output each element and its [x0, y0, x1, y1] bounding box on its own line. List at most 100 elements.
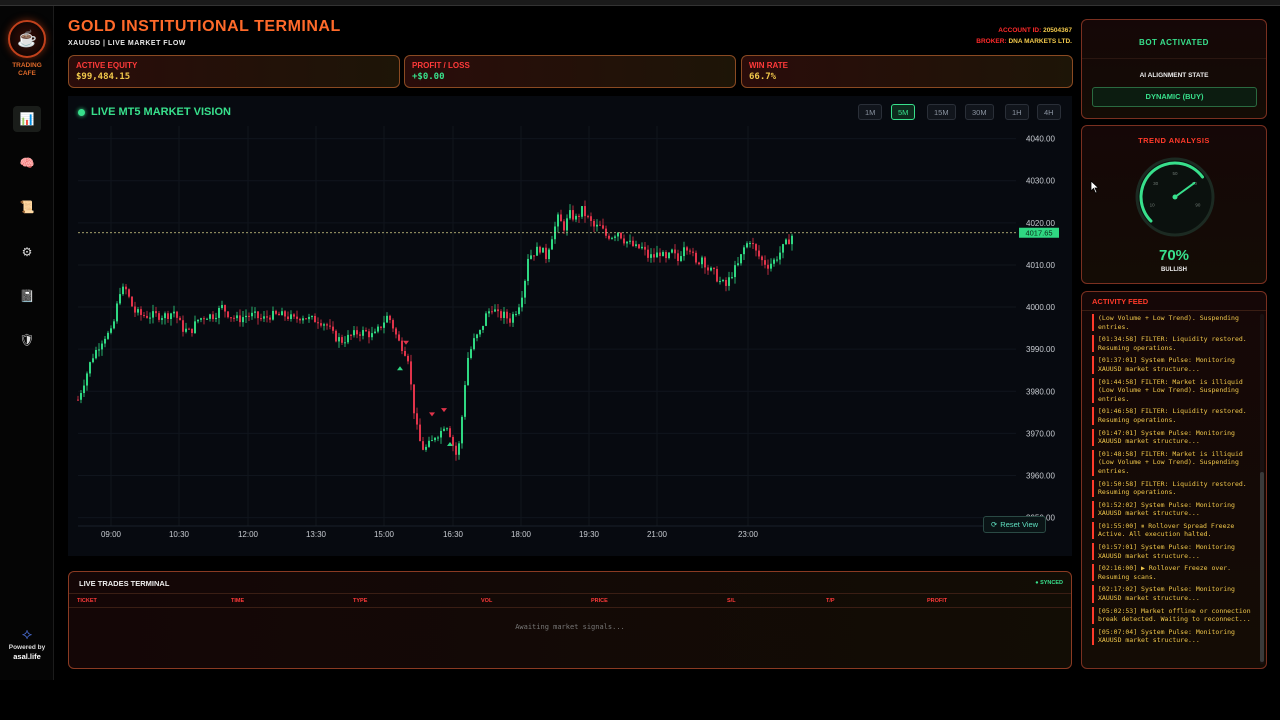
candle-body [152, 311, 154, 318]
candle-body [116, 303, 118, 322]
col-type[interactable]: TYPE [353, 598, 367, 604]
gauge-tick-label: 90 [1195, 202, 1201, 207]
timeframe-4h[interactable]: 4H [1037, 104, 1061, 120]
candle-body [629, 240, 631, 242]
candle-body [494, 309, 496, 312]
notebook-icon[interactable]: 📓 [13, 283, 41, 309]
price-chart[interactable]: 4040.00 4030.00 4020.00 4010.00 4000.00 3990.… [68, 96, 1072, 556]
col-profit[interactable]: PROFIT [927, 598, 947, 604]
sell-marker-icon [403, 340, 409, 345]
candle-body [185, 328, 187, 332]
timeframe-1m[interactable]: 1M [858, 104, 883, 120]
candle-body [386, 315, 388, 323]
candle-body [638, 244, 640, 249]
candle-body [722, 279, 724, 282]
powered-by[interactable]: ⟡ Powered by asal.life [4, 626, 50, 661]
candle-body [542, 247, 544, 253]
timeframe-30m[interactable]: 30M [965, 104, 994, 120]
candle-body [356, 330, 358, 335]
current-price-label: 4017.65 [1025, 229, 1052, 238]
col-ticket[interactable]: TICKET [77, 598, 97, 604]
window-titlebar [0, 0, 1280, 6]
gauge-tick-label: 30 [1153, 181, 1159, 186]
feed-entry: [01:48:58] FILTER: Market is illiquid (L… [1092, 449, 1258, 476]
candle-body [644, 246, 646, 250]
candle-body [683, 247, 685, 257]
candle-body [155, 311, 157, 314]
candle-body [125, 286, 127, 290]
candle-body [407, 355, 409, 362]
candle-body [362, 330, 364, 336]
col-price[interactable]: PRICE [591, 598, 608, 604]
candle-body [209, 314, 211, 319]
mouse-cursor-icon [1090, 180, 1100, 194]
candle-body [200, 318, 202, 320]
candle-body [470, 349, 472, 358]
candle-body [626, 241, 628, 244]
candle-body [749, 243, 751, 245]
candle-body [191, 328, 193, 334]
brain-icon[interactable]: 🧠 [13, 150, 41, 176]
candle-body [752, 243, 754, 245]
candle-body [176, 311, 178, 318]
candle-body [332, 326, 334, 331]
feed-scrollbar-thumb[interactable] [1260, 472, 1264, 662]
candle-body [482, 325, 484, 330]
candle-body [674, 249, 676, 254]
candle-body [653, 254, 655, 258]
gear-icon[interactable]: ⚙ [13, 239, 41, 265]
candle-body [110, 328, 112, 333]
candle-body [785, 239, 787, 245]
candle-body [173, 311, 175, 314]
candle-body [281, 311, 283, 316]
candle-body [416, 413, 418, 425]
candle-body [476, 334, 478, 339]
col-time[interactable]: TIME [231, 598, 244, 604]
candle-body [506, 311, 508, 319]
candle-body [188, 328, 190, 330]
candle-body [212, 314, 214, 320]
scroll-icon[interactable]: 📜 [13, 194, 41, 220]
col-vol[interactable]: VOL [481, 598, 492, 604]
candle-body [671, 249, 673, 253]
trend-label: BULLISH [1161, 267, 1187, 273]
timeframe-15m[interactable]: 15M [927, 104, 956, 120]
alignment-state-badge: DYNAMIC (BUY) [1092, 87, 1257, 107]
y-tick-label: 3960.00 [1026, 471, 1055, 480]
col-tp[interactable]: T/P [826, 598, 835, 604]
candle-body [563, 221, 565, 231]
candle-body [437, 437, 439, 439]
col-sl[interactable]: S/L [727, 598, 736, 604]
candle-body [551, 239, 553, 250]
brand-logo[interactable]: ☕ [8, 20, 46, 58]
y-tick-label: 4000.00 [1026, 303, 1055, 312]
candle-body [284, 311, 286, 317]
brand-name: TRADING CAFE [12, 62, 42, 77]
candle-body [713, 267, 715, 269]
candle-body [260, 318, 262, 320]
candle-body [608, 235, 610, 239]
candle-body [137, 309, 139, 313]
candle-body [461, 416, 463, 444]
chart-icon[interactable]: 📊 [13, 106, 41, 132]
feed-entry: [01:55:00] ⏸ Rollover Spread Freeze Acti… [1092, 521, 1258, 540]
candle-body [410, 361, 412, 385]
candle-body [428, 440, 430, 447]
reset-view-button[interactable]: ⟳ Reset View [983, 516, 1047, 533]
candle-body [245, 315, 247, 318]
gauge-tick-label: 50 [1172, 171, 1178, 176]
y-tick-label: 4040.00 [1026, 135, 1055, 144]
candle-body [314, 315, 316, 323]
candle-body [590, 216, 592, 221]
activity-feed-list[interactable]: (Low Volume + Low Trend). Suspending ent… [1092, 314, 1258, 664]
timeframe-1h[interactable]: 1H [1005, 104, 1029, 120]
shield-icon[interactable]: 🛡 [13, 327, 41, 353]
page-subtitle: XAUUSD | LIVE MARKET FLOW [68, 40, 186, 47]
timeframe-5m[interactable]: 5M [891, 104, 916, 120]
candle-body [164, 313, 166, 319]
candle-body [452, 436, 454, 446]
sell-marker-icon [429, 412, 435, 417]
feed-entry: [01:47:01] System Pulse: Monitoring XAUU… [1092, 428, 1258, 446]
candle-body [545, 247, 547, 260]
candle-body [623, 238, 625, 244]
